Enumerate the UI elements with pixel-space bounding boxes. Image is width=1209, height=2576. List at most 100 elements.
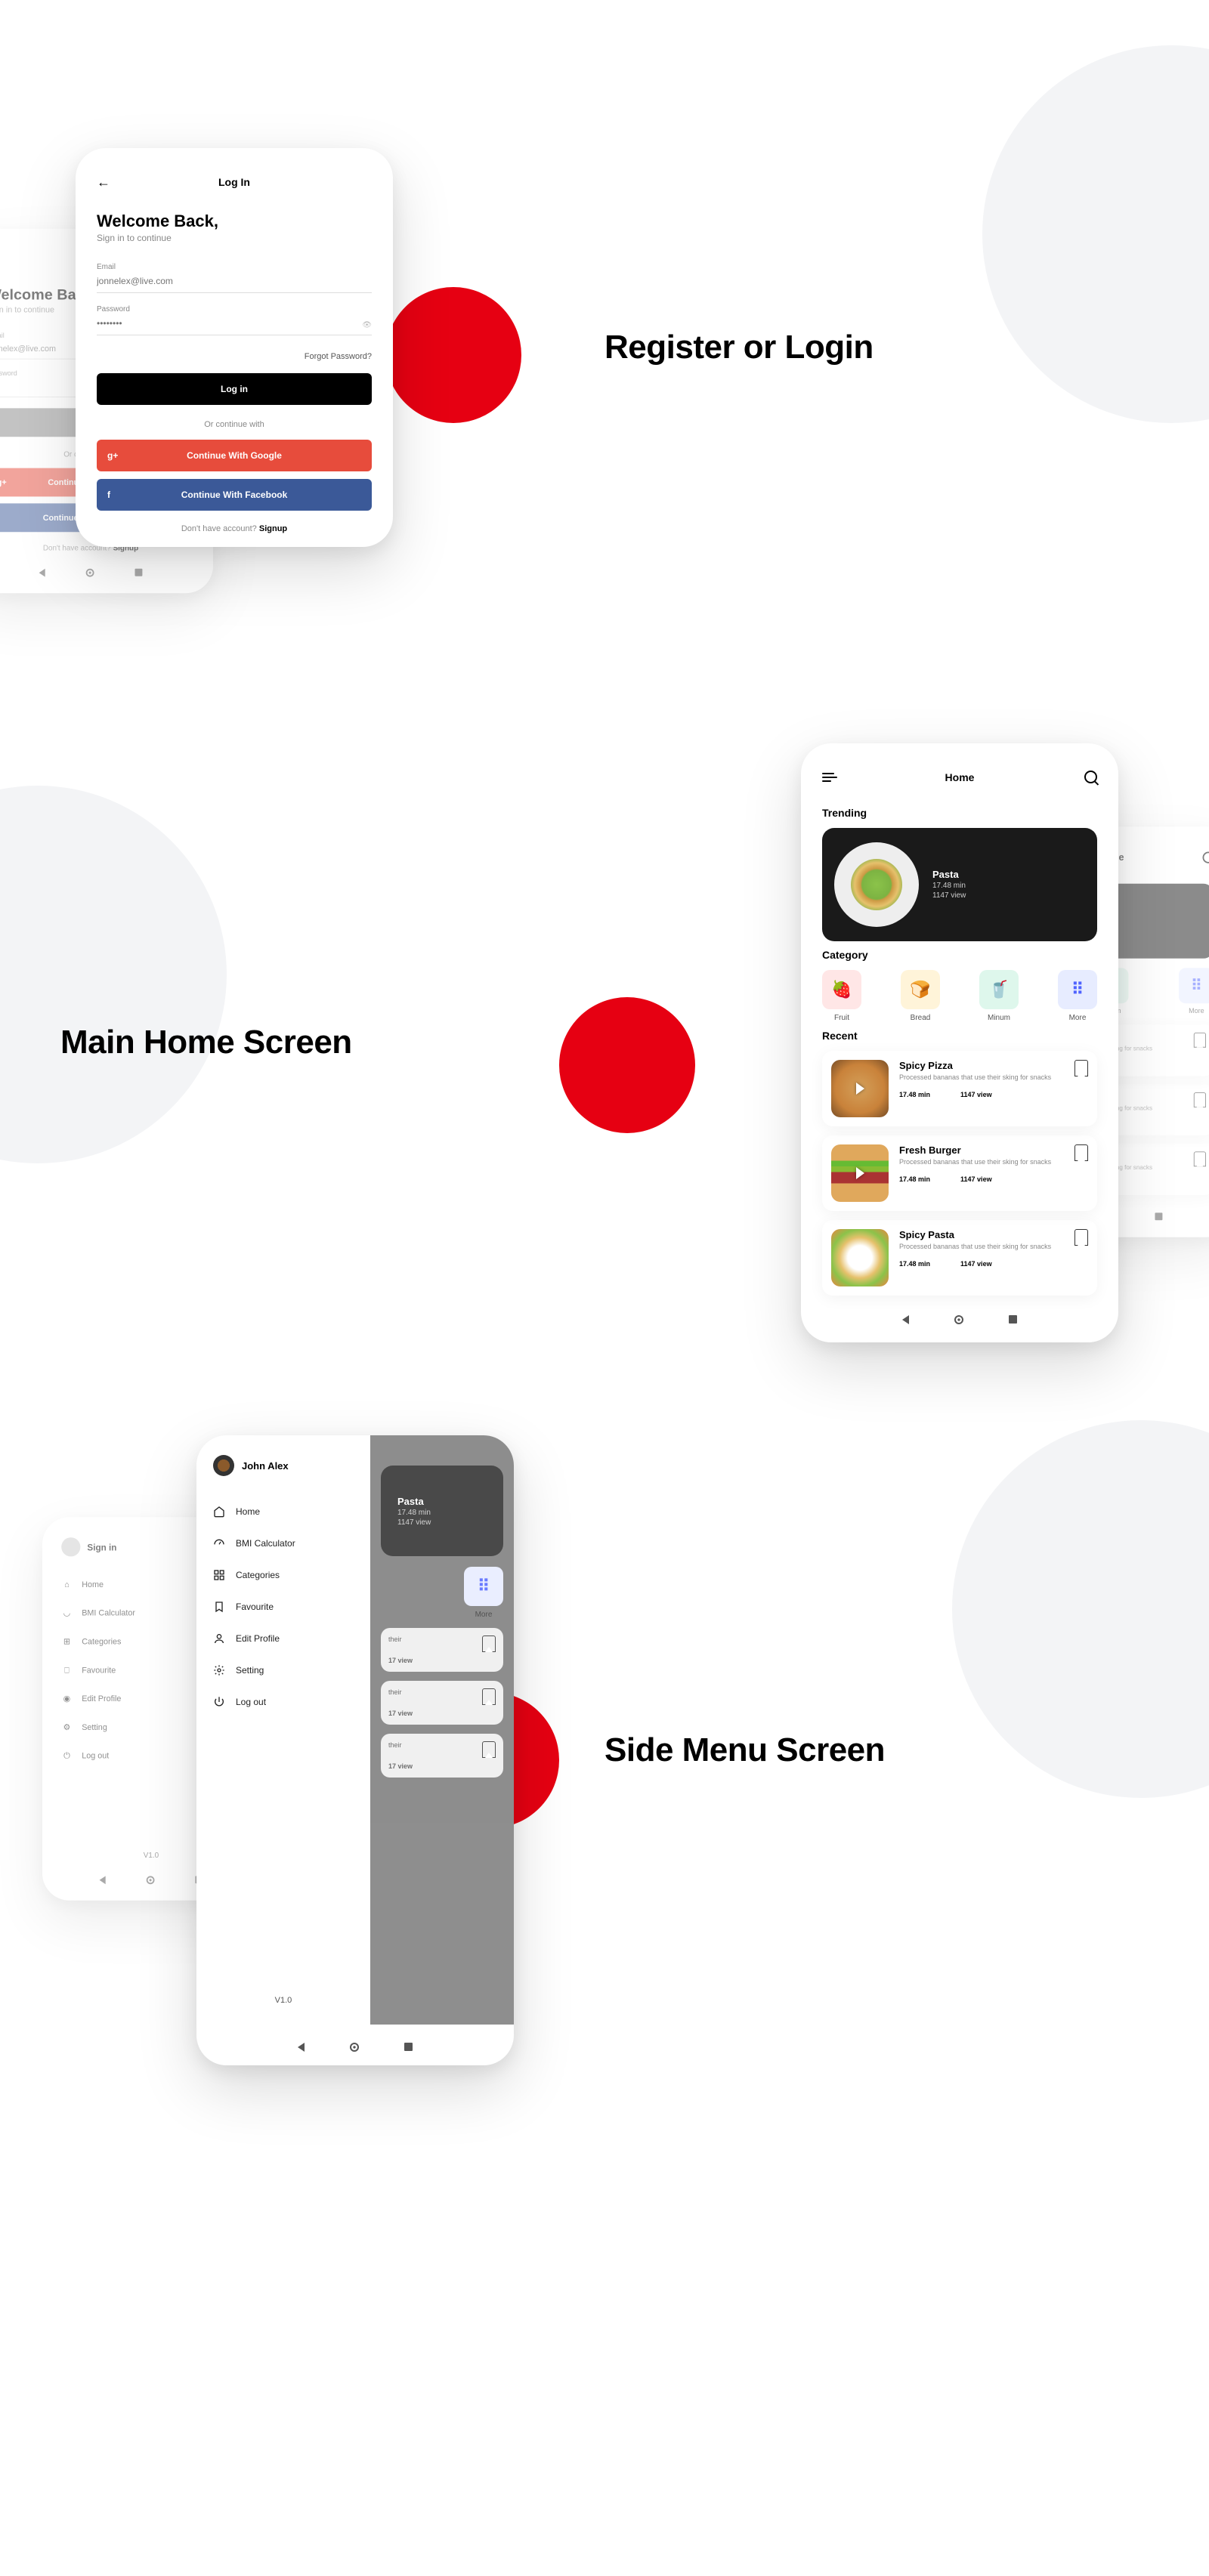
recent-views: 1147 view bbox=[960, 1175, 992, 1183]
or-continue-label: Or continue with bbox=[97, 420, 372, 429]
section-title: Register or Login bbox=[604, 329, 874, 366]
avatar[interactable] bbox=[213, 1455, 234, 1476]
trending-item-views: 1147 view bbox=[932, 891, 966, 900]
android-nav bbox=[0, 559, 194, 581]
nav-home-icon[interactable] bbox=[147, 1876, 155, 1884]
menu-item-categories[interactable]: Categories bbox=[213, 1559, 354, 1591]
bookmark-icon bbox=[482, 1635, 496, 1652]
email-field[interactable] bbox=[97, 271, 372, 293]
category-label: Category bbox=[822, 949, 1097, 961]
trending-card[interactable]: Pasta 17.48 min 1147 view bbox=[822, 828, 1097, 941]
decor-circle-grey bbox=[952, 1420, 1209, 1798]
menu-item-setting[interactable]: Setting bbox=[213, 1654, 354, 1686]
category-bread[interactable]: 🍞Bread bbox=[901, 970, 940, 1022]
trending-item-time: 17.48 min bbox=[932, 882, 966, 890]
appbar-title: Home bbox=[945, 771, 975, 783]
play-icon[interactable] bbox=[831, 1060, 889, 1117]
recent-card: their17 view bbox=[381, 1628, 503, 1672]
nav-recent-icon[interactable] bbox=[404, 2043, 413, 2051]
decor-circle-grey bbox=[982, 45, 1209, 423]
signup-row: Don't have account? Signup bbox=[97, 524, 372, 533]
recent-time: 17.48 min bbox=[899, 1260, 930, 1268]
bread-icon: 🍞 bbox=[901, 970, 940, 1009]
recent-title: Spicy Pizza bbox=[899, 1060, 1064, 1071]
nav-recent-icon[interactable] bbox=[1009, 1315, 1017, 1324]
category-fruit[interactable]: 🍓Fruit bbox=[822, 970, 861, 1022]
category-label: More bbox=[1179, 1007, 1209, 1015]
menu-item-logout[interactable]: Log out bbox=[213, 1686, 354, 1718]
pizza-image bbox=[831, 1060, 889, 1117]
category-more[interactable]: ⠿More bbox=[1058, 970, 1097, 1022]
section-sidemenu: Side Menu Screen Sign in ⌂Home ◡BMI Calc… bbox=[0, 1390, 1209, 2111]
phone-sidemenu-front: John Alex Home BMI Calculator Categories… bbox=[196, 1435, 514, 2065]
menu-item-favourite[interactable]: Favourite bbox=[213, 1591, 354, 1623]
appbar-title: Log In bbox=[218, 176, 250, 188]
section-title: Main Home Screen bbox=[60, 1024, 352, 1061]
power-icon: ⏻ bbox=[61, 1750, 72, 1761]
gear-icon: ⚙ bbox=[61, 1722, 72, 1732]
nav-recent-icon[interactable] bbox=[135, 569, 143, 576]
recent-title: Fresh Burger bbox=[899, 1144, 1064, 1156]
search-icon[interactable] bbox=[1084, 771, 1097, 783]
recent-time: 17.48 min bbox=[899, 1175, 930, 1183]
android-nav bbox=[196, 2032, 514, 2065]
trending-food-image bbox=[834, 842, 919, 927]
recent-label: Recent bbox=[822, 1030, 1097, 1042]
grid-icon bbox=[213, 1569, 225, 1581]
password-field[interactable] bbox=[97, 314, 372, 335]
bookmark-icon[interactable] bbox=[1074, 1060, 1088, 1076]
recent-card-pasta[interactable]: Spicy PastaProcessed bananas that use th… bbox=[822, 1220, 1097, 1296]
nav-home-icon[interactable] bbox=[954, 1315, 963, 1324]
bookmark-icon[interactable] bbox=[1074, 1229, 1088, 1246]
back-arrow-icon[interactable]: ← bbox=[97, 175, 110, 190]
menu-item-profile[interactable]: Edit Profile bbox=[213, 1623, 354, 1654]
menu-item-bmi[interactable]: BMI Calculator bbox=[213, 1527, 354, 1559]
recent-desc: Processed bananas that use their sking f… bbox=[899, 1073, 1064, 1083]
bookmark-icon: ⎕ bbox=[61, 1665, 72, 1676]
section-login: Register or Login Log In Welcome Back, S… bbox=[0, 0, 1209, 695]
recent-card: their17 view bbox=[381, 1734, 503, 1778]
android-nav bbox=[822, 1305, 1097, 1329]
bookmark-icon bbox=[213, 1601, 225, 1613]
forgot-password-link[interactable]: Forgot Password? bbox=[97, 352, 372, 361]
hamburger-menu-icon[interactable] bbox=[822, 773, 837, 782]
nav-recent-icon[interactable] bbox=[1155, 1212, 1163, 1220]
drawer-backdrop[interactable]: Pasta17.48 min1147 view ⠿More their17 vi… bbox=[370, 1435, 514, 2025]
more-icon: ⠿ bbox=[1058, 970, 1097, 1009]
bookmark-icon bbox=[482, 1688, 496, 1705]
category-item[interactable]: ⠿More bbox=[1179, 968, 1209, 1015]
search-icon[interactable] bbox=[1203, 851, 1209, 863]
bookmark-icon[interactable] bbox=[1194, 1151, 1206, 1166]
phone-home-front: Home Trending Pasta 17.48 min 1147 view … bbox=[801, 743, 1118, 1342]
recent-card-pizza[interactable]: Spicy Pizza Processed bananas that use th… bbox=[822, 1051, 1097, 1126]
play-icon[interactable] bbox=[831, 1144, 889, 1202]
facebook-icon: f bbox=[107, 490, 110, 500]
trending-label: Trending bbox=[822, 807, 1097, 819]
bookmark-icon[interactable] bbox=[1074, 1144, 1088, 1161]
google-login-button[interactable]: g+Continue With Google bbox=[97, 440, 372, 471]
nav-back-icon[interactable] bbox=[100, 1876, 106, 1884]
signup-link[interactable]: Signup bbox=[259, 524, 287, 533]
user-icon bbox=[213, 1632, 225, 1645]
login-button[interactable]: Log in bbox=[97, 373, 372, 405]
user-signin-label[interactable]: Sign in bbox=[87, 1542, 116, 1552]
menu-item-home[interactable]: Home bbox=[213, 1496, 354, 1527]
email-label: Email bbox=[97, 263, 372, 271]
bookmark-icon[interactable] bbox=[1194, 1092, 1206, 1107]
toggle-password-icon[interactable]: 👁 bbox=[362, 321, 372, 329]
facebook-login-button[interactable]: fContinue With Facebook bbox=[97, 479, 372, 511]
nav-home-icon[interactable] bbox=[350, 2043, 359, 2052]
subheading: Sign in to continue bbox=[97, 233, 372, 243]
trending-item-title: Pasta bbox=[932, 869, 966, 880]
recent-time: 17.48 min bbox=[899, 1091, 930, 1098]
nav-back-icon[interactable] bbox=[298, 2043, 305, 2052]
google-plus-icon: g+ bbox=[107, 450, 118, 461]
recent-card-burger[interactable]: Fresh BurgerProcessed bananas that use t… bbox=[822, 1135, 1097, 1211]
bookmark-icon[interactable] bbox=[1194, 1032, 1206, 1047]
category-minum[interactable]: 🥤Minum bbox=[979, 970, 1019, 1022]
nav-home-icon[interactable] bbox=[86, 569, 94, 577]
nav-back-icon[interactable] bbox=[902, 1315, 909, 1324]
nav-back-icon[interactable] bbox=[39, 569, 45, 577]
phone-login-front: ← Log In Welcome Back, Sign in to contin… bbox=[76, 148, 393, 547]
recent-views: 1147 view bbox=[960, 1260, 992, 1268]
